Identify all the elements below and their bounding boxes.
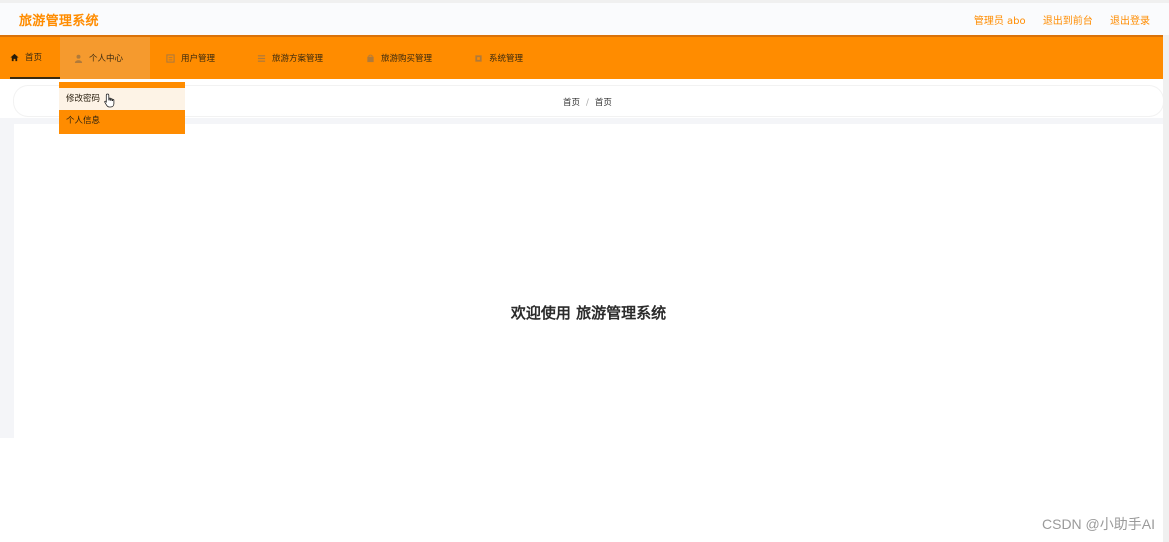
users-icon <box>166 53 175 63</box>
cart-icon <box>366 54 375 63</box>
list-icon <box>257 54 266 63</box>
app-title: 旅游管理系统 <box>19 14 99 29</box>
personal-center-dropdown: 修改密码 个人信息 <box>59 82 185 134</box>
main-nav: 首页 个人中心 用户管理 旅游方案管理 旅游购买管理 系统管理 <box>0 35 1163 79</box>
header-links: 管理员 abo 退出到前台 退出登录 <box>960 12 1150 27</box>
nav-item-user-management[interactable]: 用户管理 <box>166 37 215 79</box>
nav-item-travel-plan-management[interactable]: 旅游方案管理 <box>257 37 323 79</box>
content-area: 欢迎使用 旅游管理系统 <box>0 118 1163 438</box>
nav-label: 旅游购买管理 <box>381 54 433 64</box>
top-header: 旅游管理系统 管理员 abo 退出到前台 退出登录 <box>0 0 1169 35</box>
nav-label: 首页 <box>25 53 43 63</box>
nav-item-home[interactable]: 首页 <box>10 37 60 79</box>
nav-label: 旅游方案管理 <box>272 54 324 64</box>
frontend-link[interactable]: 退出到前台 <box>1043 16 1093 27</box>
nav-item-system-management[interactable]: 系统管理 <box>474 37 523 79</box>
page-edge <box>1163 35 1169 542</box>
welcome-message: 欢迎使用 旅游管理系统 <box>510 304 667 322</box>
nav-label: 用户管理 <box>181 54 216 64</box>
welcome-card: 欢迎使用 旅游管理系统 <box>14 124 1163 438</box>
hand-cursor-icon <box>104 93 116 112</box>
dropdown-item-personal-info[interactable]: 个人信息 <box>59 110 185 132</box>
nav-label: 系统管理 <box>489 54 524 64</box>
user-icon <box>74 54 83 63</box>
logout-link[interactable]: 退出登录 <box>1110 16 1150 27</box>
breadcrumb: 首页 / 首页 <box>563 96 612 108</box>
nav-item-travel-purchase-management[interactable]: 旅游购买管理 <box>366 37 432 79</box>
user-label: 管理员 abo <box>973 16 1026 27</box>
breadcrumb-bar: 首页 / 首页 <box>14 86 1163 116</box>
settings-icon <box>474 54 483 63</box>
dropdown-item-change-password[interactable]: 修改密码 <box>59 88 185 110</box>
csdn-watermark: CSDN @小助手AI <box>1042 516 1155 532</box>
breadcrumb-separator: / <box>586 98 589 108</box>
breadcrumb-item[interactable]: 首页 <box>563 98 580 108</box>
home-icon <box>10 53 19 62</box>
breadcrumb-item-current: 首页 <box>594 98 612 108</box>
nav-label: 个人中心 <box>89 54 124 64</box>
nav-item-personal-center[interactable]: 个人中心 <box>60 37 150 79</box>
